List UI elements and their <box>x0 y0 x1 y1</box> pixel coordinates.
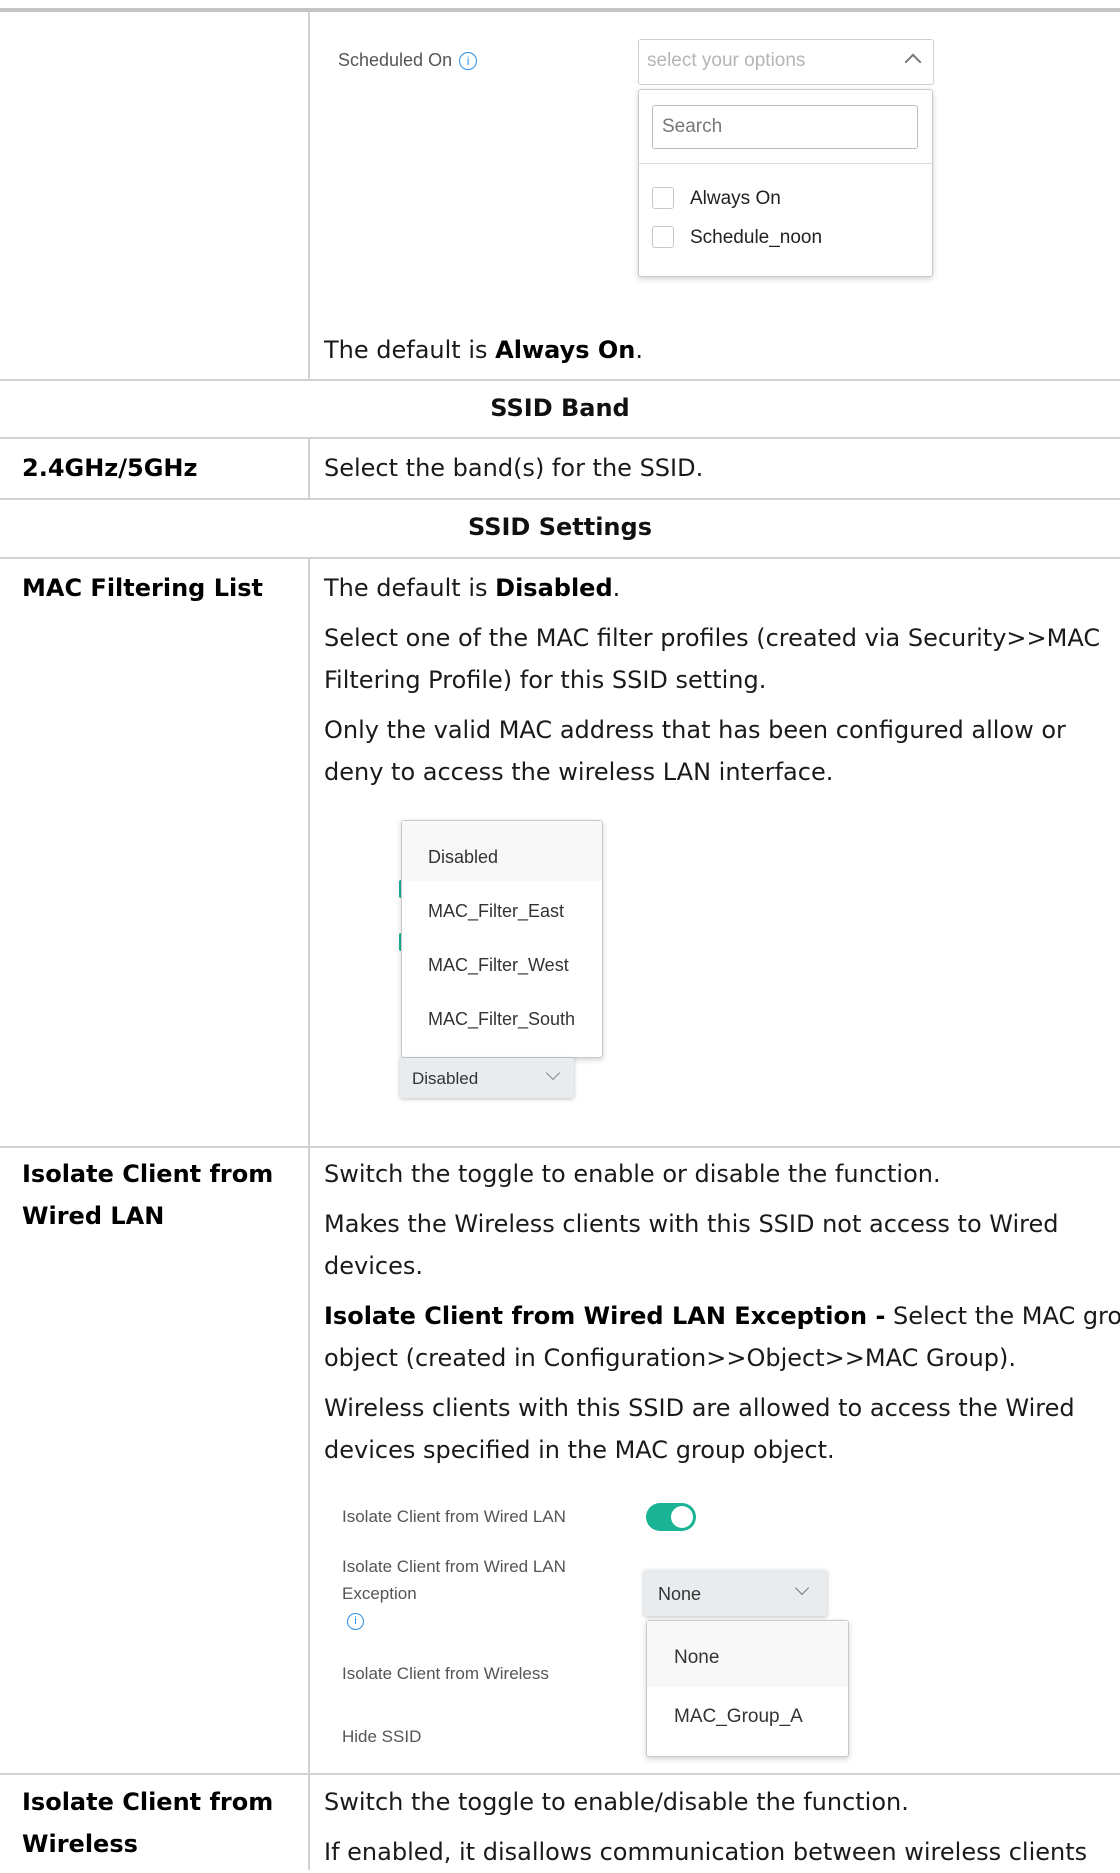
option-mac-group-a[interactable]: MAC_Group_A <box>674 1706 803 1728</box>
chevron-down-icon <box>545 1065 561 1081</box>
isolate-wired-desc4b: devices specified in the MAC group objec… <box>324 1436 835 1464</box>
option-disabled[interactable]: Disabled <box>402 821 602 881</box>
ui-row-isolate-wired: Isolate Client from Wired LAN <box>342 1507 566 1526</box>
row-divider <box>0 379 1120 381</box>
info-icon[interactable]: i <box>459 52 478 71</box>
ui-row-hide-ssid: Hide SSID <box>342 1727 422 1746</box>
schedule-dropdown: Search Always On Schedule_noon <box>638 89 933 277</box>
chevron-down-icon <box>794 1580 810 1596</box>
isolate-wireless-label: Isolate Client from <box>22 1788 274 1816</box>
isolate-wired-desc2: Makes the Wireless clients with this SSI… <box>324 1210 1059 1238</box>
isolate-wireless-desc1: Switch the toggle to enable/disable the … <box>324 1788 909 1816</box>
row-divider <box>0 557 1120 559</box>
mac-filter-default: The default is Disabled. <box>324 574 621 602</box>
mac-filter-dropdown: Disabled MAC_Filter_East MAC_Filter_West… <box>401 820 603 1058</box>
checkbox[interactable] <box>652 226 674 248</box>
isolate-wired-desc1: Switch the toggle to enable or disable t… <box>324 1160 941 1188</box>
isolate-wired-exception-line2: object (created in Configuration>>Object… <box>324 1344 1017 1372</box>
isolate-wired-toggle[interactable] <box>646 1503 696 1531</box>
mac-filter-desc1b: Filtering Profile) for this SSID setting… <box>324 666 767 694</box>
column-divider <box>308 1775 310 1870</box>
select-value: None <box>658 1584 702 1604</box>
mac-filter-select[interactable]: Disabled <box>400 1058 574 1098</box>
search-placeholder: Search <box>662 116 723 137</box>
exception-select[interactable]: None <box>644 1570 827 1616</box>
row-divider <box>0 437 1120 439</box>
mac-filter-desc1: Select one of the MAC filter profiles (c… <box>324 624 1101 652</box>
schedule-select-placeholder: select your options <box>647 50 806 71</box>
schedule-select[interactable]: select your options <box>638 39 934 85</box>
option-mac-filter-west[interactable]: MAC_Filter_West <box>428 955 569 976</box>
isolate-wireless-label-line2: Wireless <box>22 1830 138 1858</box>
option-label: Always On <box>690 188 781 209</box>
ssid-band-heading: SSID Band <box>490 394 630 422</box>
ssid-settings-heading: SSID Settings <box>468 513 652 541</box>
option-label: Schedule_noon <box>690 227 823 248</box>
ui-row-isolate-wireless: Isolate Client from Wireless <box>342 1664 549 1683</box>
toggle-knob <box>671 1506 693 1528</box>
isolate-wired-label: Isolate Client from <box>22 1160 274 1188</box>
column-divider <box>308 439 310 499</box>
scheduled-on-label: Scheduled On i <box>338 50 478 71</box>
row-divider <box>0 1773 1120 1775</box>
info-icon[interactable]: i <box>347 1613 364 1630</box>
mac-filter-desc2: Only the valid MAC address that has been… <box>324 716 1066 744</box>
option-mac-filter-south[interactable]: MAC_Filter_South <box>428 1009 575 1030</box>
option-mac-filter-east[interactable]: MAC_Filter_East <box>428 901 564 922</box>
ui-row-exception: Isolate Client from Wired LAN <box>342 1557 566 1576</box>
chevron-up-icon <box>904 53 922 71</box>
ui-row-exception-line2: Exception <box>342 1584 417 1603</box>
column-divider <box>308 559 310 1773</box>
schedule-default-text: The default is Always On. <box>324 336 643 364</box>
row-divider <box>0 1146 1120 1148</box>
option-none[interactable]: None <box>647 1621 848 1687</box>
option-label: Disabled <box>428 847 499 867</box>
mac-filter-desc2b: deny to access the wireless LAN interfac… <box>324 758 834 786</box>
band-description: Select the band(s) for the SSID. <box>324 454 704 482</box>
option-schedule-noon[interactable]: Schedule_noon <box>652 225 912 251</box>
option-label: None <box>674 1647 720 1668</box>
schedule-search-input[interactable]: Search <box>652 105 918 149</box>
row-divider <box>0 498 1120 500</box>
top-border <box>0 8 1120 12</box>
checkbox[interactable] <box>652 187 674 209</box>
isolate-wired-label-line2: Wired LAN <box>22 1202 165 1230</box>
isolate-wired-desc4: Wireless clients with this SSID are allo… <box>324 1394 1075 1422</box>
mac-filter-label: MAC Filtering List <box>22 574 263 602</box>
isolate-wireless-desc2: If enabled, it disallows communication b… <box>324 1838 1088 1866</box>
select-value: Disabled <box>412 1069 479 1088</box>
column-divider <box>308 12 310 380</box>
isolate-wired-desc2b: devices. <box>324 1252 423 1280</box>
exception-dropdown: None MAC_Group_A <box>646 1620 849 1757</box>
band-label: 2.4GHz/5GHz <box>22 454 198 482</box>
dropdown-divider <box>639 163 932 164</box>
isolate-wired-exception: Isolate Client from Wired LAN Exception … <box>324 1302 1120 1330</box>
option-always-on[interactable]: Always On <box>652 186 912 212</box>
